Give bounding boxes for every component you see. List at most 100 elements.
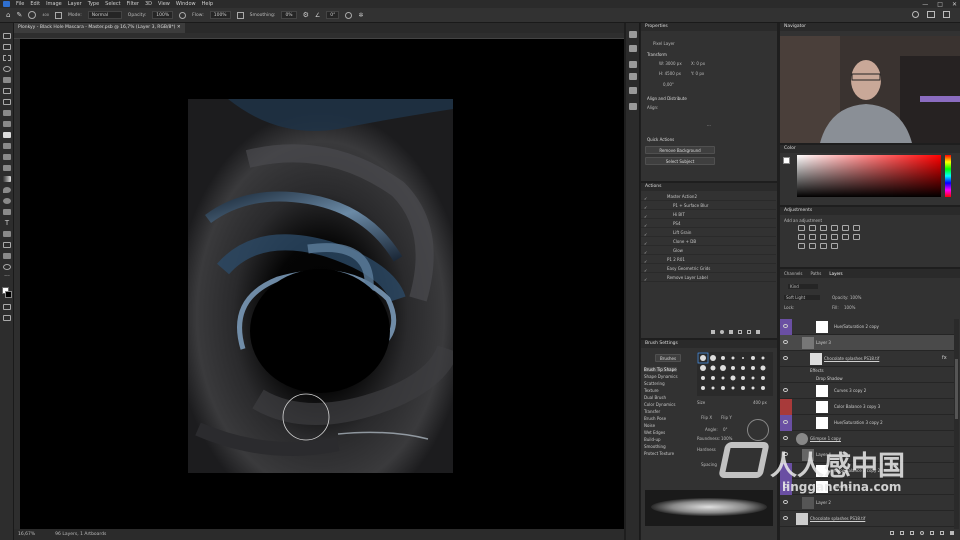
- airbrush-icon[interactable]: [236, 11, 244, 19]
- transfer-item[interactable]: Transfer: [644, 409, 660, 414]
- align-title[interactable]: Align and Distribute: [647, 96, 687, 101]
- workspace-icon[interactable]: [927, 11, 935, 18]
- gear-icon[interactable]: ⚙: [303, 11, 309, 19]
- menu-file[interactable]: File: [16, 1, 24, 7]
- scattering-item[interactable]: Scattering: [644, 381, 665, 386]
- angle-field[interactable]: 0,00°: [663, 82, 674, 87]
- zoom-tool-icon[interactable]: [3, 264, 11, 270]
- opacity-field[interactable]: 100%: [850, 295, 861, 300]
- smoothing-item[interactable]: Smoothing: [644, 444, 666, 449]
- width-field[interactable]: W: 3000 px: [659, 61, 682, 66]
- new-action-icon[interactable]: [747, 330, 751, 334]
- link-layers-icon[interactable]: [890, 531, 894, 535]
- selective-color-icon[interactable]: [831, 243, 838, 249]
- exposure-icon[interactable]: [831, 225, 838, 231]
- brush-tool-icon[interactable]: ✎: [16, 11, 22, 19]
- action-row[interactable]: ✓ Glow: [641, 247, 776, 255]
- menu-select[interactable]: Select: [105, 1, 120, 7]
- home-icon[interactable]: ⌂: [6, 11, 10, 19]
- new-group-icon[interactable]: [930, 531, 934, 535]
- eraser-tool-icon[interactable]: [3, 165, 11, 171]
- styles-icon[interactable]: [629, 103, 637, 110]
- menu-type[interactable]: Type: [88, 1, 99, 7]
- drop-shadow-row[interactable]: Drop Shadow: [780, 375, 954, 383]
- new-adjustment-icon[interactable]: [920, 531, 924, 535]
- quick-mask-icon[interactable]: [3, 304, 11, 310]
- fill-field[interactable]: 100%: [844, 305, 855, 310]
- eye-icon[interactable]: [783, 420, 788, 424]
- color-title[interactable]: Color: [780, 145, 960, 153]
- rectangle-tool-icon[interactable]: [3, 242, 11, 248]
- menu-image[interactable]: Image: [46, 1, 62, 7]
- color-dynamics-item[interactable]: Color Dynamics: [644, 402, 675, 407]
- brush-panel-toggle-icon[interactable]: [55, 11, 63, 19]
- background-color-swatch[interactable]: [5, 291, 12, 298]
- brushes-button[interactable]: Brushes: [655, 354, 681, 362]
- layers-scrollbar[interactable]: [954, 319, 959, 529]
- quick-actions-title[interactable]: Quick Actions: [647, 137, 674, 142]
- new-layer-icon[interactable]: [940, 531, 944, 535]
- stop-icon[interactable]: [711, 330, 715, 334]
- action-row[interactable]: ✓ PS4: [641, 220, 776, 228]
- maximize-button[interactable]: □: [937, 1, 943, 8]
- photo-filter-icon[interactable]: [820, 234, 827, 240]
- eye-icon[interactable]: [783, 324, 788, 328]
- record-icon[interactable]: [720, 330, 724, 334]
- blur-tool-icon[interactable]: [3, 187, 11, 193]
- tab-paths[interactable]: Paths: [811, 269, 822, 278]
- move-tool-icon[interactable]: [3, 33, 11, 39]
- eye-icon[interactable]: [783, 356, 788, 360]
- shape-dynamics-item[interactable]: Shape Dynamics: [644, 374, 678, 379]
- fx-icon[interactable]: fx: [942, 355, 947, 361]
- frame-tool-icon[interactable]: [3, 99, 11, 105]
- share-icon[interactable]: [943, 11, 950, 18]
- action-row[interactable]: ✓ Master Action2: [641, 193, 776, 201]
- menu-layer[interactable]: Layer: [68, 1, 82, 7]
- flip-y-checkbox[interactable]: Flip Y: [721, 415, 732, 420]
- layer-row[interactable]: Curves 3 copy 2: [780, 383, 954, 399]
- layer-row[interactable]: Hue/Saturation 3 copy 2: [780, 415, 954, 431]
- brush-tool-icon[interactable]: [3, 132, 11, 138]
- lasso-tool-icon[interactable]: [3, 66, 11, 72]
- transform-title[interactable]: Transform: [647, 52, 667, 57]
- threshold-icon[interactable]: [809, 243, 816, 249]
- artboard-image[interactable]: [188, 99, 453, 473]
- brush-settings-title[interactable]: Brush Settings: [641, 340, 777, 348]
- tab-channels[interactable]: Channels: [784, 269, 803, 278]
- brightness-icon[interactable]: [798, 225, 805, 231]
- hue-saturation-icon[interactable]: [853, 225, 860, 231]
- action-row[interactable]: ✓ Clone + DB: [641, 238, 776, 246]
- action-row[interactable]: ✓ Remove Layer Label: [641, 274, 776, 282]
- dodge-tool-icon[interactable]: [3, 198, 11, 204]
- menu-3d[interactable]: 3D: [145, 1, 152, 7]
- actions-title[interactable]: Actions: [641, 183, 777, 191]
- zoom-level[interactable]: 16,67%: [18, 532, 35, 537]
- gradient-map-icon[interactable]: [820, 243, 827, 249]
- color-picker-field[interactable]: [797, 155, 941, 197]
- crop-tool-icon[interactable]: [3, 88, 11, 94]
- hue-slider[interactable]: [945, 155, 951, 197]
- layer-row[interactable]: Color Balance 3 copy 3: [780, 399, 954, 415]
- noise-item[interactable]: Noise: [644, 423, 655, 428]
- vibrance-icon[interactable]: [842, 225, 849, 231]
- menu-window[interactable]: Window: [176, 1, 196, 7]
- channel-mixer-icon[interactable]: [831, 234, 838, 240]
- posterize-icon[interactable]: [798, 243, 805, 249]
- menu-filter[interactable]: Filter: [127, 1, 139, 7]
- flow-field[interactable]: 100%: [209, 11, 231, 19]
- brush-pose-item[interactable]: Brush Pose: [644, 416, 666, 421]
- eye-icon[interactable]: [783, 340, 788, 344]
- eye-icon[interactable]: [783, 516, 788, 520]
- fx-button-icon[interactable]: [900, 531, 904, 535]
- history-brush-icon[interactable]: [3, 154, 11, 160]
- path-select-icon[interactable]: [3, 231, 11, 237]
- build-up-item[interactable]: Build-up: [644, 437, 661, 442]
- trash-icon[interactable]: [950, 531, 954, 535]
- pen-tool-icon[interactable]: [3, 209, 11, 215]
- gradient-tool-icon[interactable]: [3, 176, 11, 182]
- mode-select[interactable]: Normal: [87, 11, 122, 19]
- eyedropper-tool-icon[interactable]: [3, 110, 11, 116]
- close-button[interactable]: ✕: [952, 1, 957, 8]
- mask-icon[interactable]: [910, 531, 914, 535]
- color-balance-icon[interactable]: [798, 234, 805, 240]
